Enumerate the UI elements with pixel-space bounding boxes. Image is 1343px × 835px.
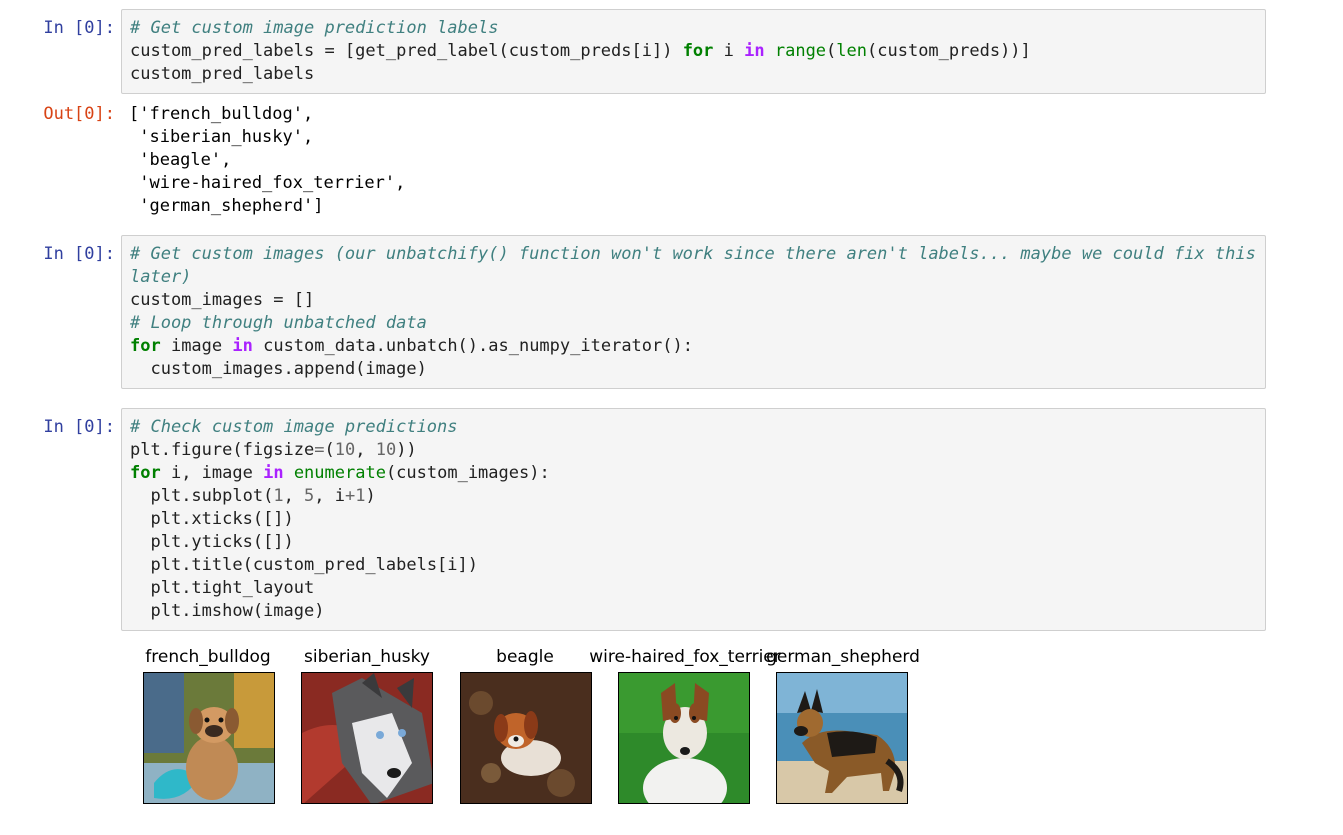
code-comment: # Check custom image predictions [130,417,458,437]
code-text: ( [826,41,837,61]
code-text: i [713,41,745,61]
code-text: plt.xticks([]) [130,509,294,529]
code-editor[interactable]: # Get custom image prediction labels cus… [130,17,1257,86]
code-text: custom_images = [] [130,290,315,310]
code-text: plt.imshow(image) [130,601,325,621]
code-text: , [355,440,376,460]
code-cell[interactable]: # Get custom images (our unbatchify() fu… [121,235,1266,389]
code-text: plt.yticks([]) [130,532,294,552]
code-text: plt.tight_layout [130,578,315,598]
subplot-title: wire-haired_fox_terrier [589,647,781,667]
dog-photo-icon [302,673,432,803]
input-prompt: In [0]: [43,18,115,38]
code-text: ( [324,440,335,460]
code-text: image [160,336,233,356]
code-text: plt.subplot( [130,486,274,506]
number: 1 [355,486,366,506]
subplot-title: siberian_husky [304,647,430,667]
code-text: custom_images.append(image) [130,359,427,379]
code-text: , i [314,486,346,506]
operator-word: in [232,336,253,356]
code-text: plt.title(custom_pred_labels[i]) [130,555,478,575]
code-text: , [283,486,305,506]
output-prompt: Out[0]: [43,104,115,124]
keyword: for [130,336,161,356]
input-prompt: In [0]: [43,244,115,264]
operator-word: in [744,41,765,61]
code-text: (custom_images): [385,463,550,483]
operator: + [345,486,356,506]
dog-photo-icon [619,673,749,803]
code-text: ) [365,486,376,506]
code-text: custom_data.unbatch().as_numpy_iterator(… [252,336,693,356]
input-prompt: In [0]: [43,417,115,437]
code-comment: # Loop through unbatched data [130,313,427,333]
number: 10 [334,440,356,460]
keyword: for [130,463,161,483]
subplot-image-siberian-husky [301,672,433,804]
code-text: (custom_preds))] [867,41,1031,61]
subplot-image-french-bulldog [143,672,275,804]
builtin: enumerate [293,463,386,483]
code-editor[interactable]: # Check custom image predictions plt.fig… [130,416,1257,623]
subplot-title: beagle [496,647,554,667]
code-text: i, image [160,463,264,483]
subplot-image-wire-haired-fox-terrier [618,672,750,804]
subplot-title: french_bulldog [145,647,271,667]
code-comment: # Get custom image prediction labels [130,18,499,38]
code-text: plt.figure(figsize [130,440,315,460]
code-text: )) [396,440,417,460]
dog-photo-icon [777,673,907,803]
code-cell[interactable]: # Check custom image predictions plt.fig… [121,408,1266,631]
subplot-title: german_shepherd [766,647,920,667]
subplot-image-german-shepherd [776,672,908,804]
output-text: ['french_bulldog', 'siberian_husky', 'be… [129,104,406,216]
operator: = [314,440,325,460]
code-cell[interactable]: # Get custom image prediction labels cus… [121,9,1266,94]
keyword: for [682,41,714,61]
subplot-image-beagle [460,672,592,804]
code-comment: # Get custom images (our unbatchify() fu… [130,244,1267,287]
operator-word: in [263,463,284,483]
builtin: range [774,41,827,61]
matplotlib-figure: french_bulldog siberian_husky beagle wir… [130,640,930,815]
number: 5 [304,486,315,506]
number: 10 [375,440,397,460]
dog-photo-icon [144,673,274,803]
code-text: custom_pred_labels = [get_pred_label(cus… [130,41,683,61]
code-text: custom_pred_labels [130,64,315,84]
code-editor[interactable]: # Get custom images (our unbatchify() fu… [130,243,1257,381]
builtin: len [836,41,868,61]
dog-photo-icon [461,673,591,803]
number: 1 [273,486,284,506]
